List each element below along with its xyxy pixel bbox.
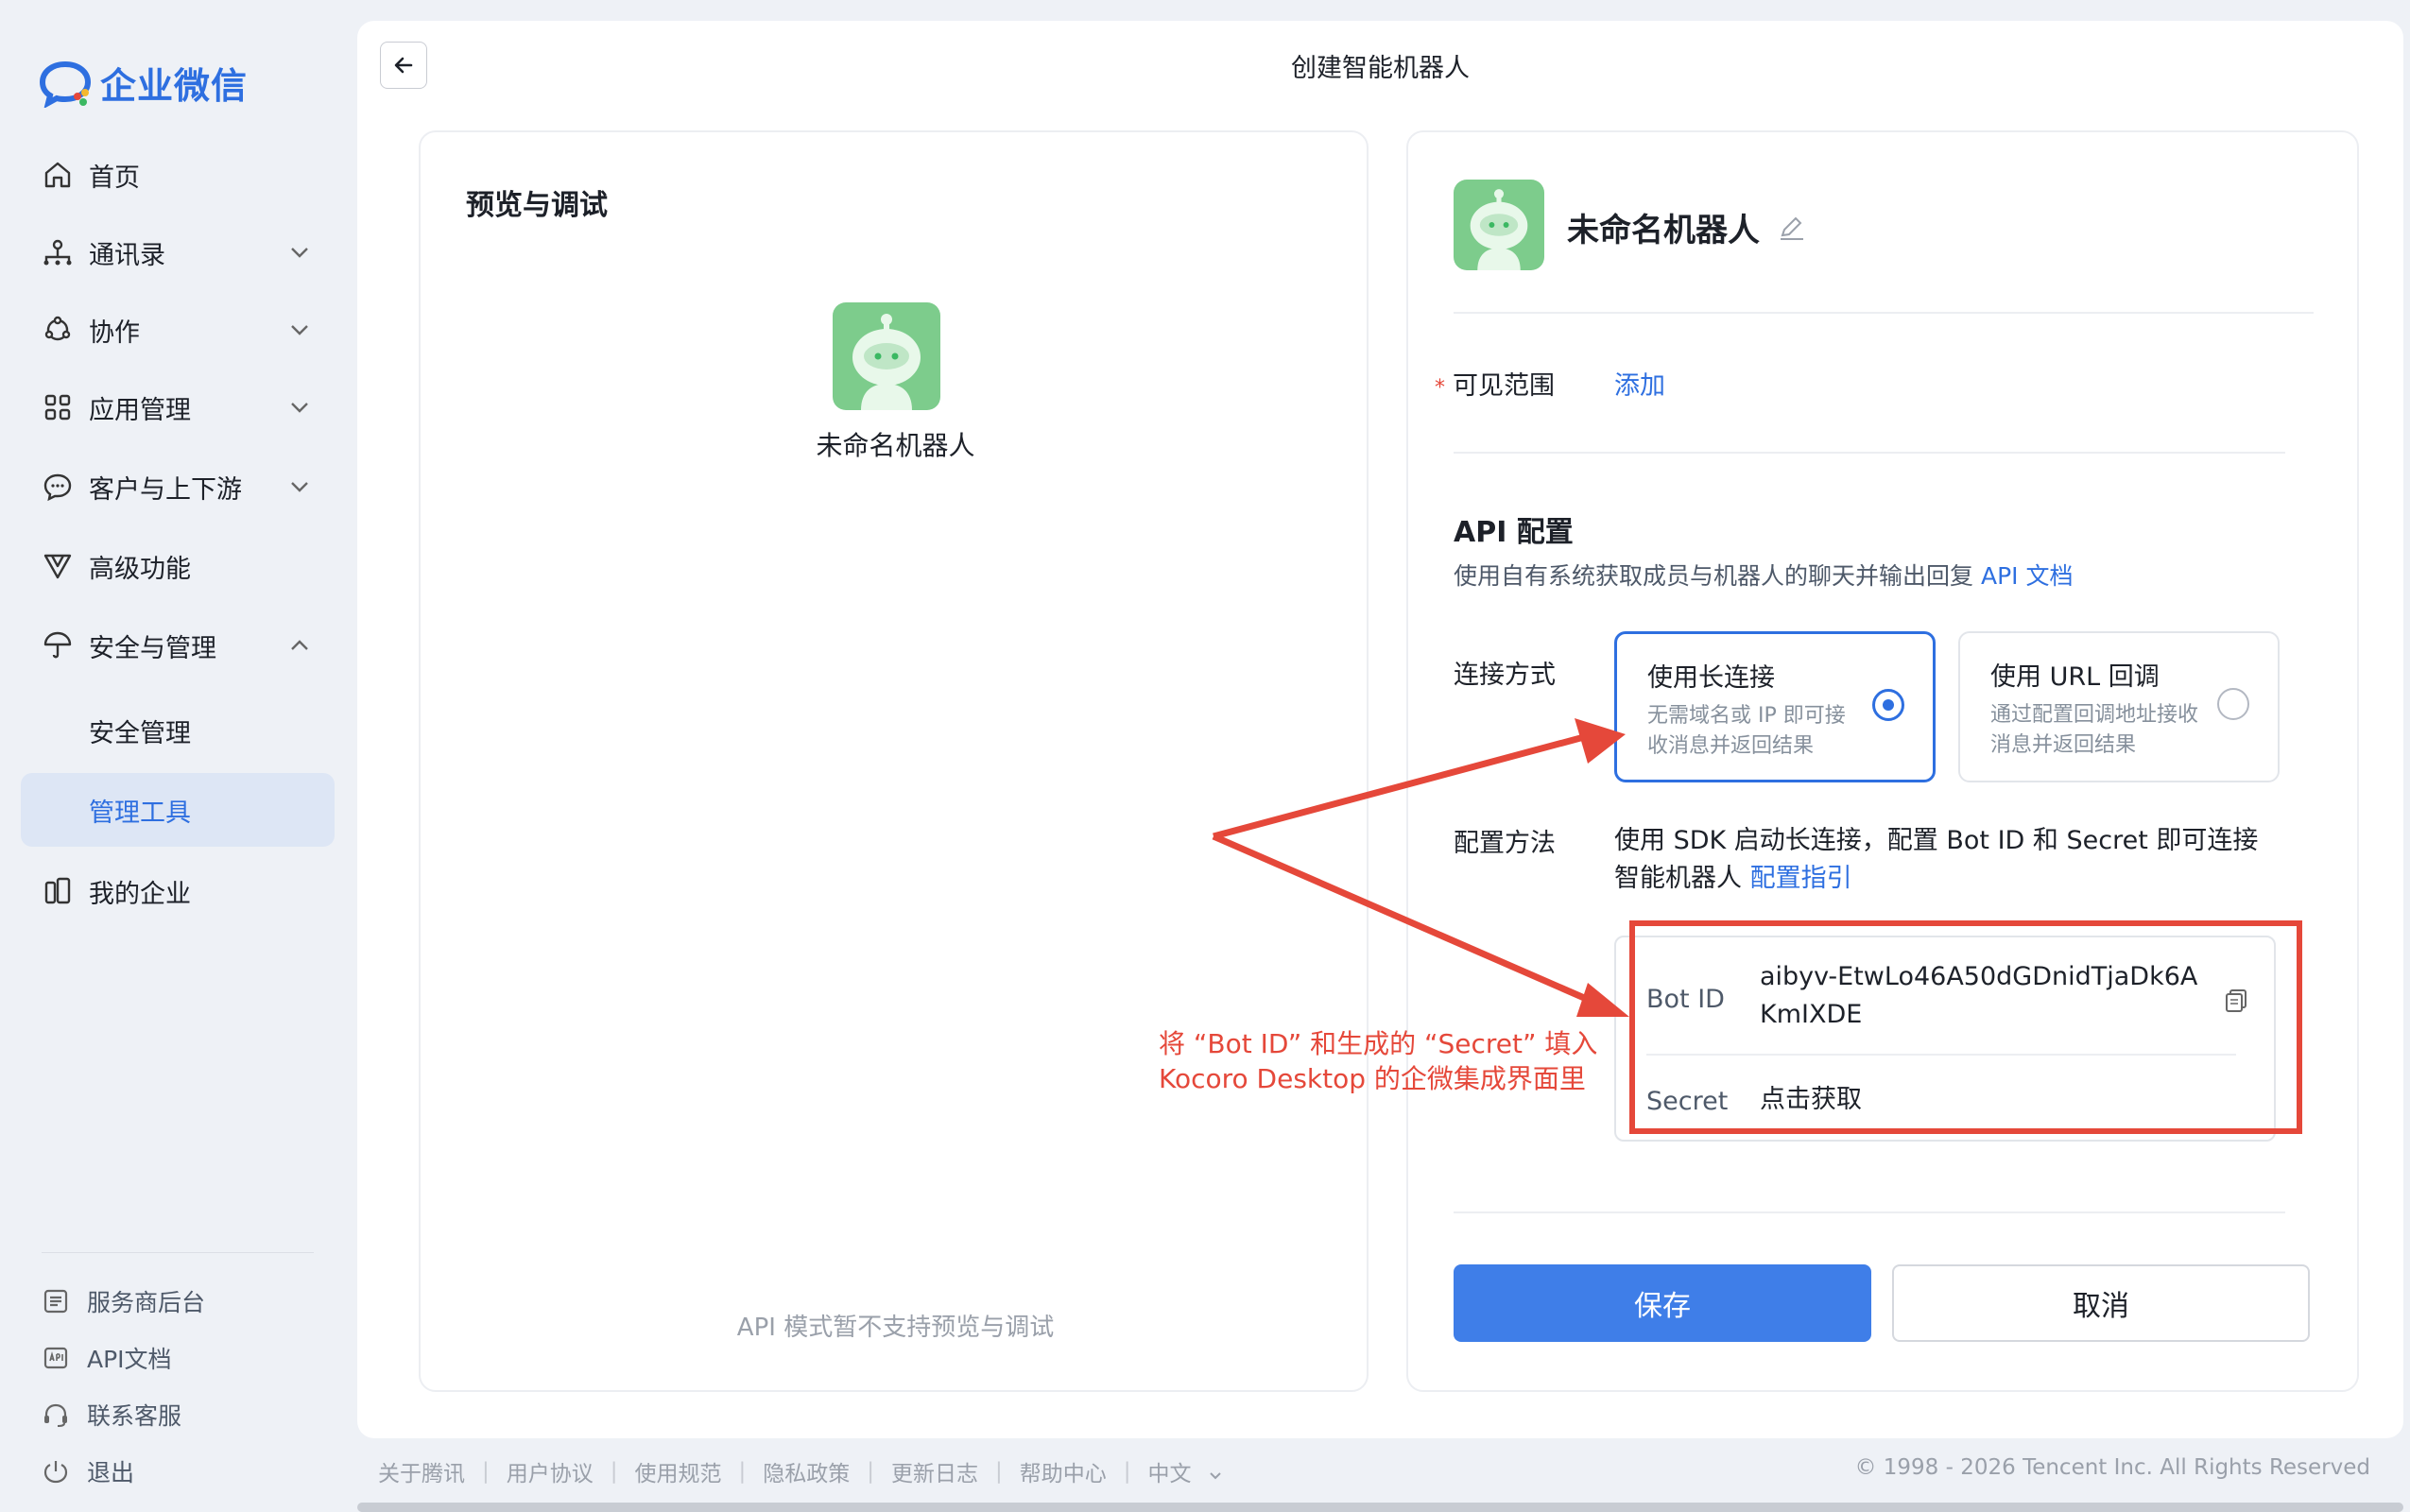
page-footer: 关于腾讯 | 用户协议 | 使用规范 | 隐私政策 | 更新日志 | 帮助中心 | 中文 — [378, 1455, 1225, 1487]
annotation-text: 将 “Bot ID” 和生成的 “Secret” 填入 Kocoro Deskt… — [1159, 1028, 1598, 1094]
footer-link-about[interactable]: 关于腾讯 — [378, 1455, 465, 1487]
annotation-arrows — [1212, 718, 1629, 1017]
language-label: 中文 — [1147, 1462, 1192, 1486]
arrow-to-long-connection — [1213, 733, 1585, 840]
footer-link-privacy[interactable]: 隐私政策 — [763, 1455, 850, 1487]
horizontal-scrollbar[interactable] — [357, 1503, 2403, 1512]
arrow-head — [1575, 718, 1626, 764]
footer-link-rules[interactable]: 使用规范 — [635, 1455, 722, 1487]
language-select[interactable]: 中文 — [1148, 1455, 1225, 1487]
footer-link-help[interactable]: 帮助中心 — [1020, 1455, 1107, 1487]
footer-link-changelog[interactable]: 更新日志 — [891, 1455, 978, 1487]
copyright: © 1998 - 2026 Tencent Inc. All Rights Re… — [1854, 1455, 2370, 1480]
chevron-down-icon — [1210, 1471, 1221, 1479]
arrow-to-credentials — [1212, 833, 1599, 1007]
arrow-head — [1576, 983, 1629, 1017]
footer-link-agreement[interactable]: 用户协议 — [507, 1455, 594, 1487]
